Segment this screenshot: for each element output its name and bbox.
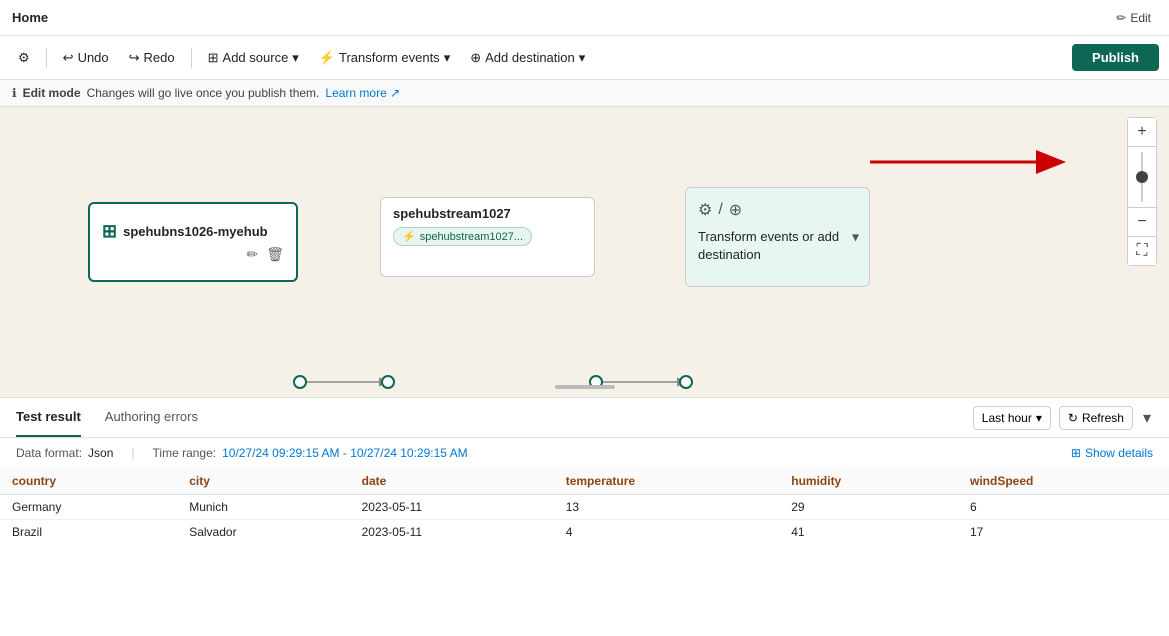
table-cell-0-5: 6 [958, 495, 1169, 520]
canvas: ⊞ spehubns1026-myehub ✏ 🗑 spehubstream10… [0, 107, 1169, 397]
table-cell-1-3: 4 [554, 520, 780, 545]
transform-events-chevron-icon: ▾ [444, 50, 451, 66]
last-hour-chevron-icon: ▾ [1036, 411, 1042, 425]
expand-panel-button[interactable]: ▾ [1141, 406, 1153, 430]
table-row: BrazilSalvador2023-05-1144117 [0, 520, 1169, 545]
data-format-label: Data format: [16, 446, 82, 460]
destination-chevron-icon: ▾ [852, 229, 859, 246]
data-format-value: Json [88, 446, 113, 460]
zoom-out-button[interactable]: − [1128, 208, 1156, 236]
table-row: GermanyMunich2023-05-1113296 [0, 495, 1169, 520]
slider-thumb [1136, 171, 1148, 183]
table-cell-0-4: 29 [779, 495, 958, 520]
tabs-bar: Test result Authoring errors Last hour ▾… [0, 398, 1169, 438]
table-cell-1-2: 2023-05-11 [350, 520, 554, 545]
data-info-left: Data format: Json | Time range: 10/27/24… [16, 446, 468, 460]
stream-node: spehubstream1027 ⚡ spehubstream1027... [380, 197, 595, 277]
destination-gear-icon: ⚙ [698, 200, 712, 220]
table-header-city: city [177, 468, 349, 495]
zoom-in-button[interactable]: + [1128, 118, 1156, 146]
source-node-title: ⊞ spehubns1026-myehub [102, 221, 284, 242]
stream-node-title: spehubstream1027 [393, 206, 582, 221]
table-header: countrycitydatetemperaturehumiditywindSp… [0, 468, 1169, 495]
add-source-chevron-icon: ▾ [292, 50, 299, 66]
toolbar: ⚙ ↩ Undo ↪ Redo ⊞ Add source ▾ ⚡ Transfo… [0, 36, 1169, 80]
last-hour-select[interactable]: Last hour ▾ [973, 406, 1051, 430]
source-node-actions: ✏ 🗑 [102, 246, 284, 263]
destination-node[interactable]: ⚙ / ⊕ Transform events or add destinatio… [685, 187, 870, 287]
table-cell-1-1: Salvador [177, 520, 349, 545]
title-bar-left: Home [12, 10, 48, 25]
add-source-button[interactable]: ⊞ Add source ▾ [200, 46, 307, 70]
canvas-scrollbar[interactable] [555, 385, 615, 389]
table-header-humidity: humidity [779, 468, 958, 495]
undo-button[interactable]: ↩ Undo [55, 46, 117, 70]
add-destination-icon: ⊕ [470, 50, 481, 66]
tab-test-result[interactable]: Test result [16, 398, 81, 437]
fit-view-button[interactable]: ⛶ [1128, 237, 1156, 265]
table-cell-0-2: 2023-05-11 [350, 495, 554, 520]
delete-source-icon[interactable]: 🗑 [266, 246, 284, 263]
add-destination-button[interactable]: ⊕ Add destination ▾ [462, 46, 593, 70]
source-node-icon: ⊞ [102, 221, 117, 242]
redo-icon: ↪ [129, 50, 140, 66]
title-bar: Home ✏ Edit [0, 0, 1169, 36]
add-destination-chevron-icon: ▾ [579, 50, 586, 66]
learn-more-link[interactable]: Learn more ↗ [325, 86, 400, 100]
info-message: Changes will go live once you publish th… [87, 86, 320, 100]
tab-actions: Last hour ▾ ↻ Refresh ▾ [973, 406, 1153, 430]
slider-track [1141, 152, 1143, 202]
toolbar-separator [46, 48, 47, 68]
info-bar: ℹ Edit mode Changes will go live once yo… [0, 80, 1169, 107]
data-table: countrycitydatetemperaturehumiditywindSp… [0, 468, 1169, 544]
time-range-value: 10/27/24 09:29:15 AM - 10/27/24 10:29:15… [222, 446, 468, 460]
edit-pencil-icon: ✏ [1116, 11, 1126, 25]
edit-mode-label: Edit mode [23, 86, 81, 100]
destination-node-text: Transform events or add destination [698, 228, 857, 264]
settings-button[interactable]: ⚙ [10, 46, 38, 70]
transform-events-button[interactable]: ⚡ Transform events ▾ [311, 46, 458, 70]
stream-tag-icon: ⚡ [402, 230, 416, 243]
refresh-button[interactable]: ↻ Refresh [1059, 406, 1133, 430]
transform-events-icon: ⚡ [319, 50, 335, 66]
table-header-country: country [0, 468, 177, 495]
table-cell-0-1: Munich [177, 495, 349, 520]
table-cell-1-0: Brazil [0, 520, 177, 545]
edit-source-icon[interactable]: ✏ [246, 246, 258, 263]
settings-icon: ⚙ [18, 50, 30, 66]
info-icon: ℹ [12, 86, 17, 100]
show-details-icon: ⊞ [1071, 446, 1081, 460]
add-source-icon: ⊞ [208, 50, 219, 66]
table-header-windSpeed: windSpeed [958, 468, 1169, 495]
time-range-label: Time range: [153, 446, 217, 460]
bottom-panel: Test result Authoring errors Last hour ▾… [0, 397, 1169, 544]
page-title: Home [12, 10, 48, 25]
canvas-controls: + − ⛶ [1127, 117, 1157, 266]
edit-button[interactable]: ✏ Edit [1110, 9, 1157, 27]
destination-divider: / [718, 201, 722, 219]
data-info-bar: Data format: Json | Time range: 10/27/24… [0, 438, 1169, 468]
source-node: ⊞ spehubns1026-myehub ✏ 🗑 [88, 202, 298, 282]
show-details-button[interactable]: ⊞ Show details [1071, 446, 1153, 460]
undo-icon: ↩ [63, 50, 74, 66]
publish-button[interactable]: Publish [1072, 44, 1159, 71]
zoom-slider[interactable] [1128, 147, 1156, 207]
toolbar-separator-2 [191, 48, 192, 68]
table-cell-0-3: 13 [554, 495, 780, 520]
refresh-icon: ↻ [1068, 411, 1078, 425]
tab-authoring-errors[interactable]: Authoring errors [105, 398, 198, 437]
table-body: GermanyMunich2023-05-1113296BrazilSalvad… [0, 495, 1169, 545]
data-info-divider: | [131, 446, 134, 460]
redo-button[interactable]: ↪ Redo [121, 46, 183, 70]
table-header-temperature: temperature [554, 468, 780, 495]
destination-node-icons: ⚙ / ⊕ [698, 200, 857, 220]
table-cell-1-4: 41 [779, 520, 958, 545]
stream-node-tag: ⚡ spehubstream1027... [393, 227, 532, 246]
table-header-row: countrycitydatetemperaturehumiditywindSp… [0, 468, 1169, 495]
table-header-date: date [350, 468, 554, 495]
external-link-icon: ↗ [390, 86, 400, 100]
destination-add-icon: ⊕ [729, 200, 742, 220]
table-cell-1-5: 17 [958, 520, 1169, 545]
table-cell-0-0: Germany [0, 495, 177, 520]
